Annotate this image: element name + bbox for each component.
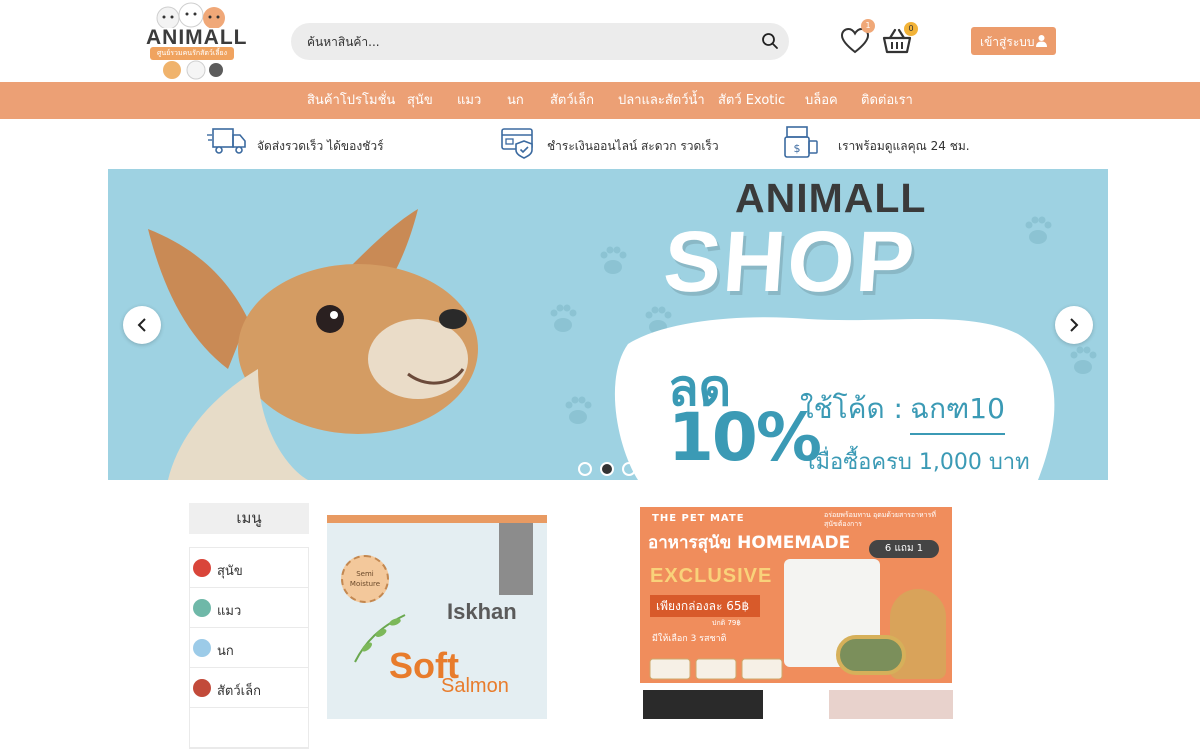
product-brand-stripe	[499, 523, 533, 595]
secure-payment-icon	[501, 128, 533, 159]
login-button[interactable]: เข้าสู่ระบบ	[971, 27, 1056, 55]
cart-count-badge: 0	[904, 22, 918, 36]
food-bowl-illustration	[836, 635, 906, 675]
product-thumbnail[interactable]	[643, 690, 763, 719]
product-tag: Semi Moisture	[341, 555, 389, 603]
promo-title: อาหารสุนัข HOMEMADE	[648, 533, 851, 553]
banner-code-label: ใช้โค้ด :	[800, 392, 903, 425]
delivery-truck-icon	[207, 128, 246, 154]
search-icon[interactable]	[761, 32, 779, 50]
nav-item-birds[interactable]: นก	[507, 82, 524, 119]
sidebar-title: เมนู	[189, 503, 309, 534]
dog-icon	[193, 559, 211, 577]
promo-subtitle: อร่อยพร้อมทาน อุดมด้วยสารอาหารที่สุนัขต้…	[824, 511, 936, 528]
cash-register-icon: $	[784, 126, 818, 158]
promo-offer-badge: 6 แถม 1	[869, 540, 939, 558]
carousel-prev-button[interactable]	[123, 306, 161, 344]
feature-strip: จัดส่งรวดเร็ว ได้ของชัวร์ ชำระเงินออนไลน…	[0, 119, 1200, 169]
promo-brand: THE PET MATE	[652, 513, 745, 524]
chevron-right-icon	[1070, 318, 1079, 332]
nav-item-blog[interactable]: บล็อค	[805, 82, 838, 119]
main-nav: สินค้าโปรโมชั่น สุนัข แมว นก สัตว์เล็ก ป…	[0, 82, 1200, 119]
site-logo[interactable]: ANIMALL ศูนย์รวมคนรักสัตว์เลี้ยง	[146, 2, 246, 80]
nav-item-dogs[interactable]: สุนัข	[407, 82, 433, 119]
promo-price-note: ปกติ 79฿	[712, 619, 741, 627]
nav-item-contact[interactable]: ติดต่อเรา	[861, 82, 913, 119]
feature-delivery: จัดส่งรวดเร็ว ได้ของชัวร์	[207, 125, 387, 161]
promo-banner-petmate[interactable]: THE PET MATE อาหารสุนัข HOMEMADE อร่อยพร…	[640, 507, 952, 683]
header: ANIMALL ศูนย์รวมคนรักสัตว์เลี้ยง 1 0 เข้…	[0, 0, 1200, 82]
sidebar-item-label: นก	[217, 644, 234, 659]
search-bar	[291, 23, 789, 60]
product-bag-top	[327, 515, 547, 523]
feature-delivery-label: จัดส่งรวดเร็ว ได้ของชัวร์	[257, 139, 384, 153]
carousel-dot-3[interactable]	[622, 462, 636, 476]
banner-discount-value: 10%	[668, 399, 822, 476]
sidebar-item-birds[interactable]: นก	[190, 628, 308, 668]
svg-text:$: $	[794, 142, 801, 155]
carousel-next-button[interactable]	[1055, 306, 1093, 344]
nav-item-fish[interactable]: ปลาและสัตว์น้ำ	[618, 82, 705, 119]
sidebar-item-dogs[interactable]: สุนัข	[190, 548, 308, 588]
sidebar-item-more[interactable]	[190, 708, 308, 748]
cat-icon	[193, 599, 211, 617]
pet-faces-icon	[163, 60, 223, 80]
chihuahua-illustration	[148, 209, 478, 480]
nav-item-exotic[interactable]: สัตว์ Exotic	[718, 82, 785, 119]
banner-headline: SHOP	[660, 214, 920, 310]
sidebar-item-small-animals[interactable]: สัตว์เล็ก	[190, 668, 308, 708]
nav-item-cats[interactable]: แมว	[457, 82, 481, 119]
nav-item-small-animals[interactable]: สัตว์เล็ก	[550, 82, 594, 119]
product-name-line2: Salmon	[441, 675, 509, 697]
carousel-dot-1[interactable]	[578, 462, 592, 476]
banner-promo-code: ฉกฑ10	[910, 387, 1005, 435]
cat-faces-icon	[156, 2, 225, 28]
feature-support-label: เราพร้อมดูแลคุณ 24 ชม.	[838, 139, 970, 153]
carousel-dot-2[interactable]	[600, 462, 614, 476]
sidebar-item-cats[interactable]: แมว	[190, 588, 308, 628]
feature-payment: ชำระเงินออนไลน์ สะดวก รวดเร็ว	[500, 125, 719, 161]
search-input[interactable]	[307, 23, 747, 60]
food-cups-illustration	[649, 658, 783, 680]
wishlist-count-badge: 1	[861, 19, 875, 33]
sidebar-item-label: แมว	[217, 604, 242, 619]
nav-item-promotions[interactable]: สินค้าโปรโมชั่น	[307, 82, 395, 119]
category-sidebar: เมนู สุนัข แมว นก สัตว์เล็ก	[189, 503, 309, 749]
logo-tagline: ศูนย์รวมคนรักสัตว์เลี้ยง	[150, 47, 234, 60]
promo-price: เพียงกล่องละ 65฿	[650, 595, 760, 617]
promo-flavors: มีให้เลือก 3 รสชาติ	[652, 634, 727, 644]
bird-icon	[193, 639, 211, 657]
sidebar-item-label: สุนัข	[217, 564, 243, 579]
user-icon	[1036, 35, 1047, 47]
hero-banner[interactable]: ANIMALL SHOP ลด 10% ใช้โค้ด : ฉกฑ10 เมื่…	[108, 169, 1108, 480]
product-image-iskhan[interactable]: Semi Moisture Iskhan Soft Salmon	[327, 515, 547, 719]
chevron-left-icon	[137, 318, 146, 332]
product-thumbnail[interactable]	[829, 690, 953, 719]
sidebar-item-label: สัตว์เล็ก	[217, 684, 261, 699]
promo-exclusive: EXCLUSIVE	[650, 565, 773, 587]
product-brand: Iskhan	[447, 599, 517, 624]
feature-support: $ เราพร้อมดูแลคุณ 24 ชม.	[783, 125, 970, 161]
banner-condition: เมื่อซื้อครบ 1,000 บาท	[808, 450, 1030, 475]
small-animal-icon	[193, 679, 211, 697]
login-label: เข้าสู่ระบบ	[980, 35, 1035, 49]
feature-payment-label: ชำระเงินออนไลน์ สะดวก รวดเร็ว	[547, 139, 719, 153]
